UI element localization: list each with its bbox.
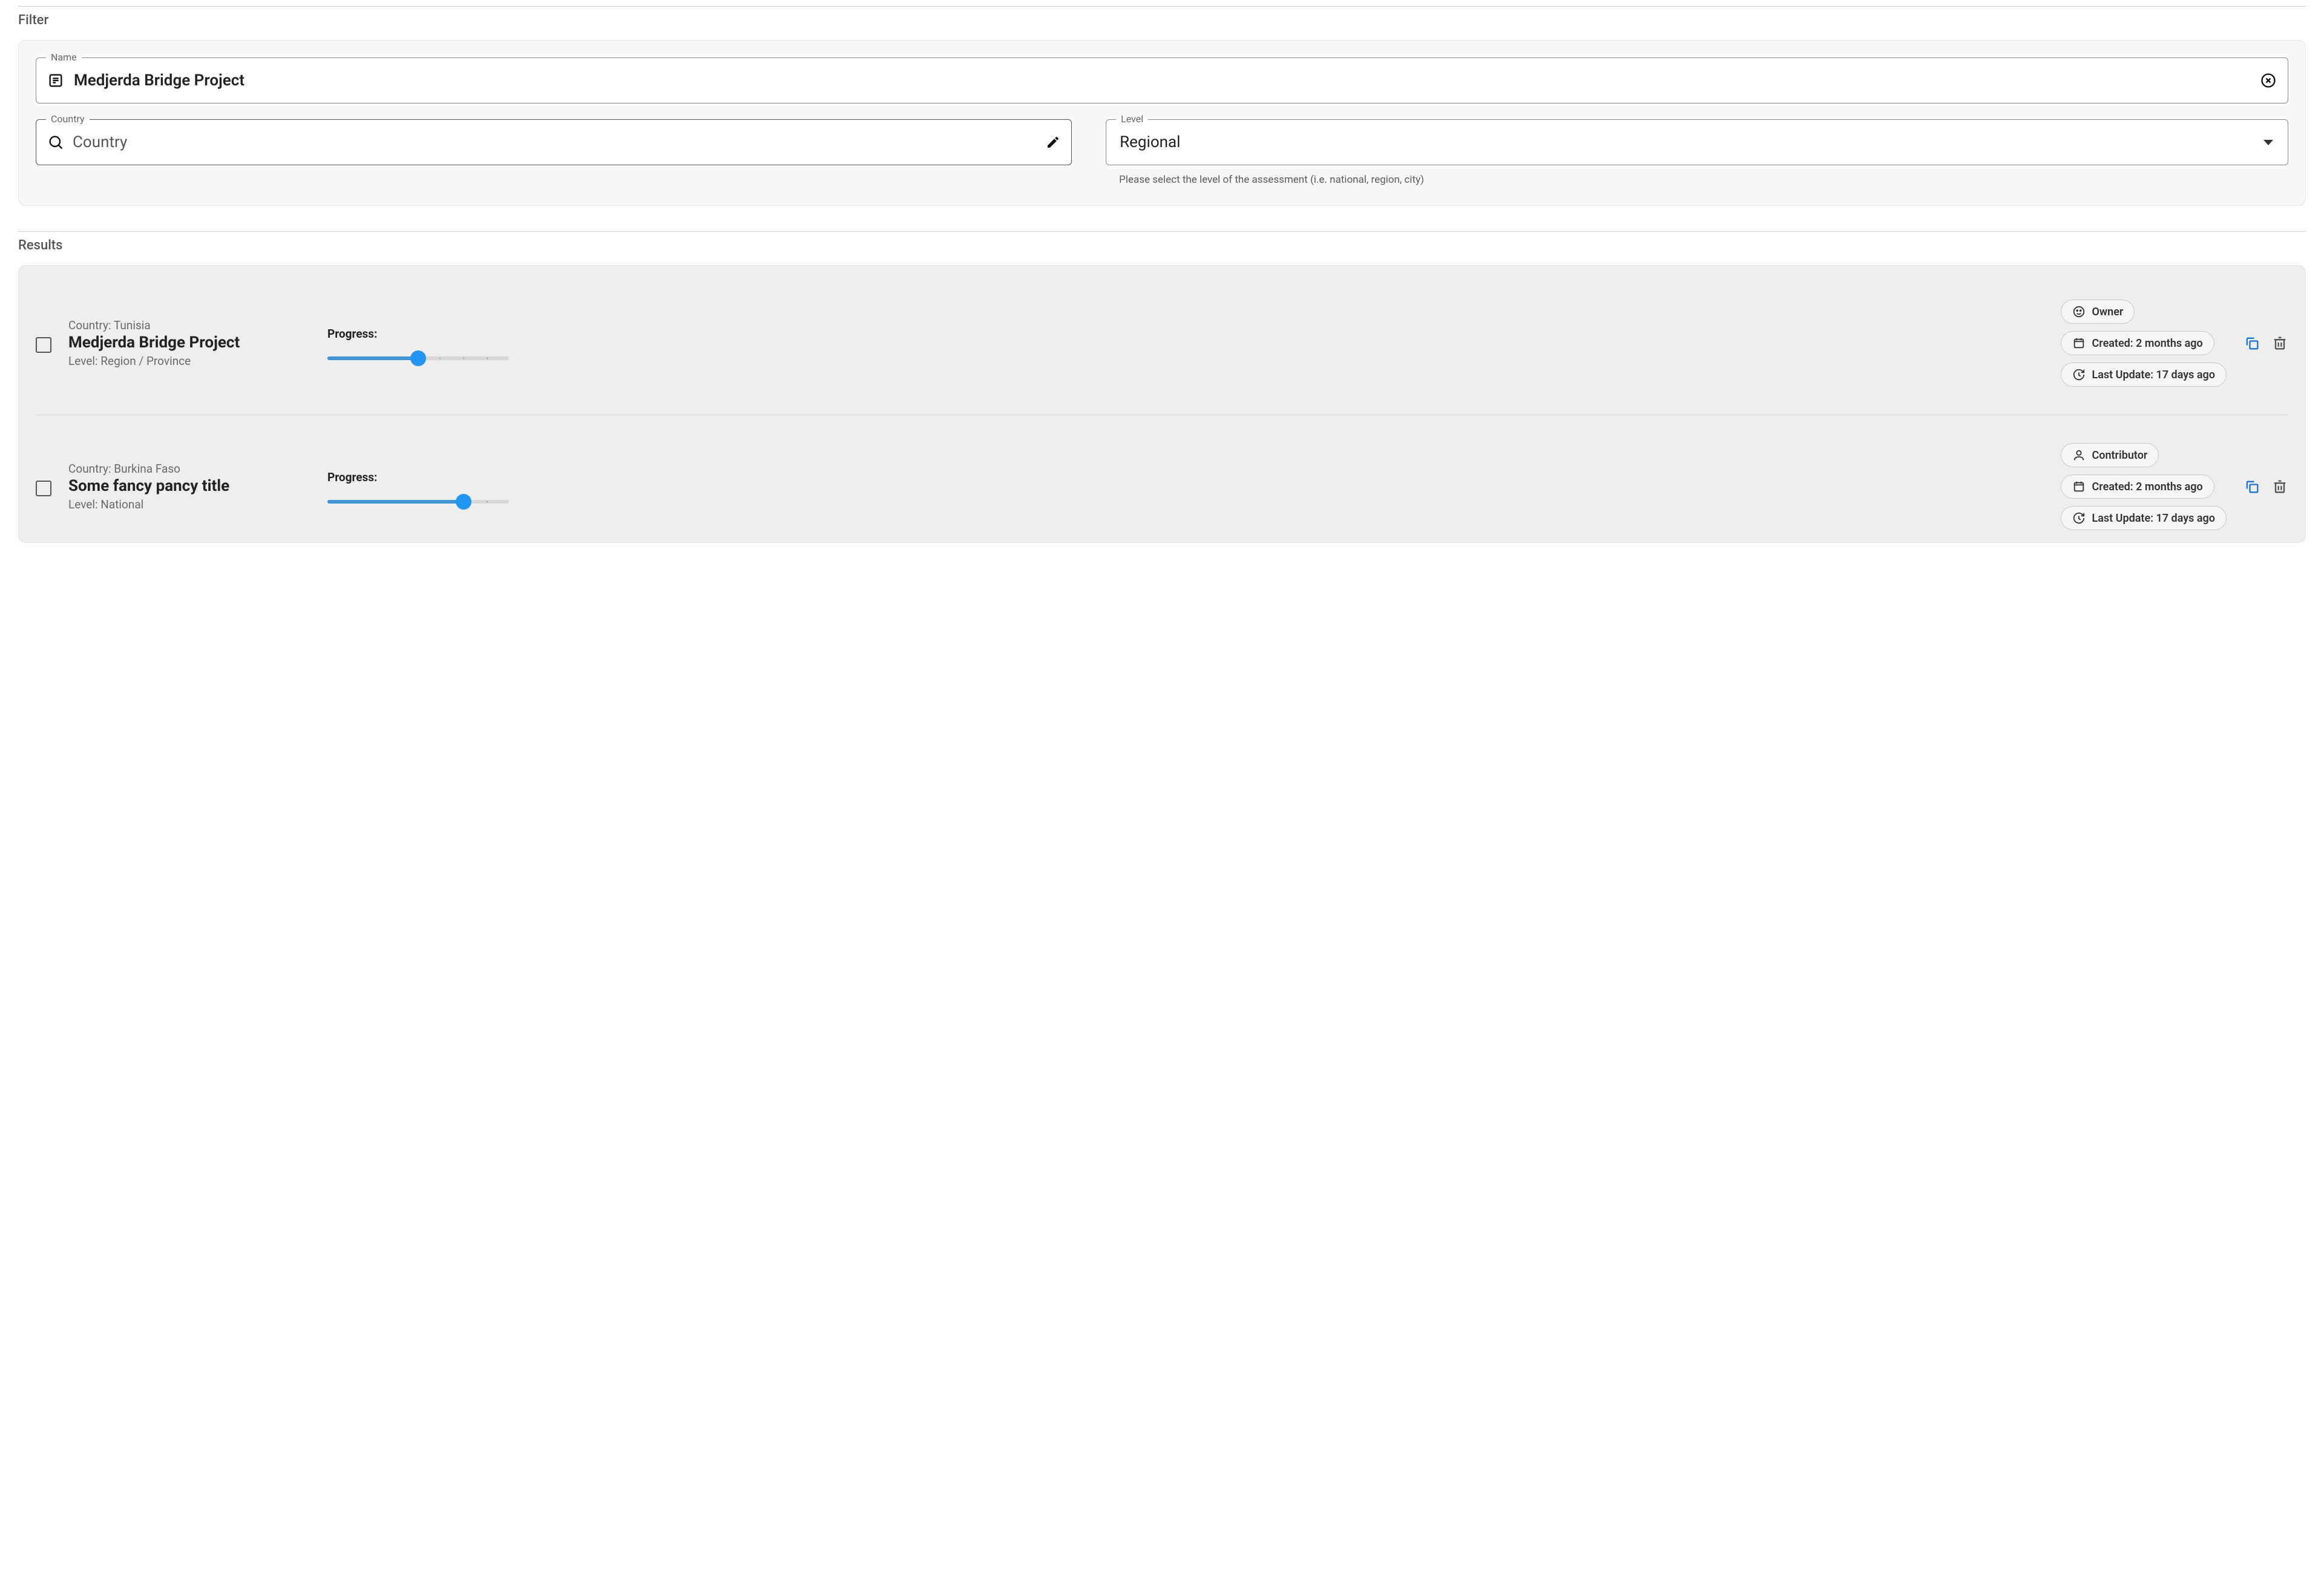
name-input[interactable] [73, 71, 2260, 90]
copy-icon[interactable] [2244, 335, 2260, 352]
delete-icon[interactable] [2271, 335, 2288, 352]
result-row: Country: Tunisia Medjerda Bridge Project… [36, 272, 2288, 415]
progress-slider[interactable] [327, 356, 509, 360]
level-value: Regional [1120, 133, 2263, 151]
role-chip: Contributor [2061, 443, 2159, 467]
progress-label: Progress: [327, 327, 509, 341]
role-label: Contributor [2092, 449, 2147, 462]
created-label: Created: 2 months ago [2092, 481, 2202, 493]
updated-label: Last Update: 17 days ago [2092, 512, 2215, 525]
name-field-label: Name [46, 51, 82, 63]
person-icon [2072, 448, 2086, 462]
row-level: Level: National [68, 498, 310, 511]
delete-icon[interactable] [2271, 478, 2288, 495]
row-country: Country: Burkina Faso [68, 462, 310, 476]
row-country: Country: Tunisia [68, 318, 310, 332]
smiley-icon [2072, 305, 2086, 318]
article-icon [47, 72, 64, 89]
result-row: Country: Burkina Faso Some fancy pancy t… [36, 415, 2288, 542]
copy-icon[interactable] [2244, 478, 2260, 495]
results-card: Country: Tunisia Medjerda Bridge Project… [18, 265, 2306, 543]
country-placeholder: Country [73, 133, 1046, 151]
level-helper-text: Please select the level of the assessmen… [1119, 174, 2288, 186]
row-checkbox[interactable] [36, 337, 51, 353]
country-field-label: Country [46, 113, 90, 125]
row-title[interactable]: Some fancy pancy title [68, 477, 310, 495]
row-checkbox[interactable] [36, 481, 51, 496]
update-icon [2072, 368, 2086, 381]
role-label: Owner [2092, 306, 2123, 318]
results-section-title: Results [18, 238, 2306, 253]
filter-card: Name [18, 40, 2306, 206]
search-icon [47, 134, 64, 151]
chevron-down-icon [2263, 140, 2273, 145]
role-chip: Owner [2061, 300, 2135, 324]
updated-chip: Last Update: 17 days ago [2061, 506, 2227, 530]
filter-section-title: Filter [18, 13, 2306, 28]
created-chip: Created: 2 months ago [2061, 331, 2214, 355]
created-label: Created: 2 months ago [2092, 337, 2202, 350]
clear-icon[interactable] [2260, 72, 2277, 89]
updated-label: Last Update: 17 days ago [2092, 369, 2215, 381]
level-select[interactable]: Level Regional [1106, 119, 2288, 165]
calendar-icon [2072, 480, 2086, 493]
country-field[interactable]: Country Country [36, 119, 1072, 165]
row-title[interactable]: Medjerda Bridge Project [68, 333, 310, 352]
created-chip: Created: 2 months ago [2061, 475, 2214, 499]
level-field-label: Level [1116, 113, 1148, 125]
update-icon [2072, 511, 2086, 525]
edit-icon[interactable] [1046, 135, 1060, 149]
progress-slider[interactable] [327, 500, 509, 504]
updated-chip: Last Update: 17 days ago [2061, 363, 2227, 387]
progress-label: Progress: [327, 470, 509, 484]
row-level: Level: Region / Province [68, 354, 310, 368]
calendar-icon [2072, 337, 2086, 350]
name-field: Name [36, 57, 2288, 103]
